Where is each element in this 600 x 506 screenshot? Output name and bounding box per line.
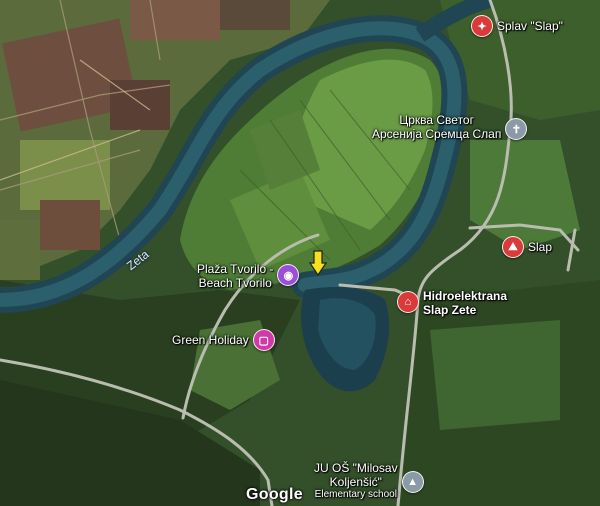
school-icon: ▲ — [401, 471, 424, 493]
poi-label: Slap — [528, 240, 553, 254]
google-logo: Google — [246, 486, 303, 503]
poi-label: Green Holiday — [172, 333, 249, 347]
yellow-arrow-marker-icon[interactable] — [309, 250, 327, 276]
poi-splav-slap[interactable]: ✦ Splav "Slap" — [471, 15, 563, 37]
bed-icon: ▢ — [252, 329, 275, 351]
satellite-map[interactable]: Zeta ✦ Splav "Slap" Црква Светог Арсениј… — [0, 0, 600, 506]
poi-label-line2: Арсенија Сремца Слап — [372, 127, 502, 141]
poi-label-line1: Plaža Tvorilo - — [197, 262, 274, 276]
poi-church[interactable]: Црква Светог Арсенија Сремца Слап ✝ — [372, 113, 528, 141]
poi-label-line1: Hidroelektrana — [423, 289, 508, 303]
lodging-icon: ⛰ — [502, 236, 524, 258]
poi-label: Splav "Slap" — [497, 19, 563, 33]
poi-hydroelectric-plant[interactable]: ⌂ Hidroelektrana Slap Zete — [397, 289, 507, 317]
poi-beach-tvorilo[interactable]: Plaža Tvorilo - Beach Tvorilo ◉ — [197, 262, 300, 290]
poi-label-line3: Elementary school — [314, 489, 397, 500]
restaurant-icon: ✦ — [471, 15, 493, 37]
poi-label-line2: Beach Tvorilo — [198, 276, 272, 290]
camera-icon: ◉ — [277, 264, 300, 286]
poi-label-line2: Slap Zete — [423, 303, 477, 317]
poi-label-line1: Црква Светог — [399, 113, 474, 127]
cross-icon: ✝ — [505, 118, 528, 140]
poi-label-line2: Koljenšić" — [329, 475, 382, 489]
poi-slap[interactable]: ⛰ Slap — [502, 236, 552, 258]
poi-label-line1: JU OŠ "Milosav — [314, 461, 398, 475]
landmark-icon: ⌂ — [397, 291, 419, 313]
poi-school[interactable]: JU OŠ "Milosav Koljenšić" Elementary sch… — [314, 461, 424, 501]
poi-green-holiday[interactable]: Green Holiday ▢ — [172, 329, 275, 351]
